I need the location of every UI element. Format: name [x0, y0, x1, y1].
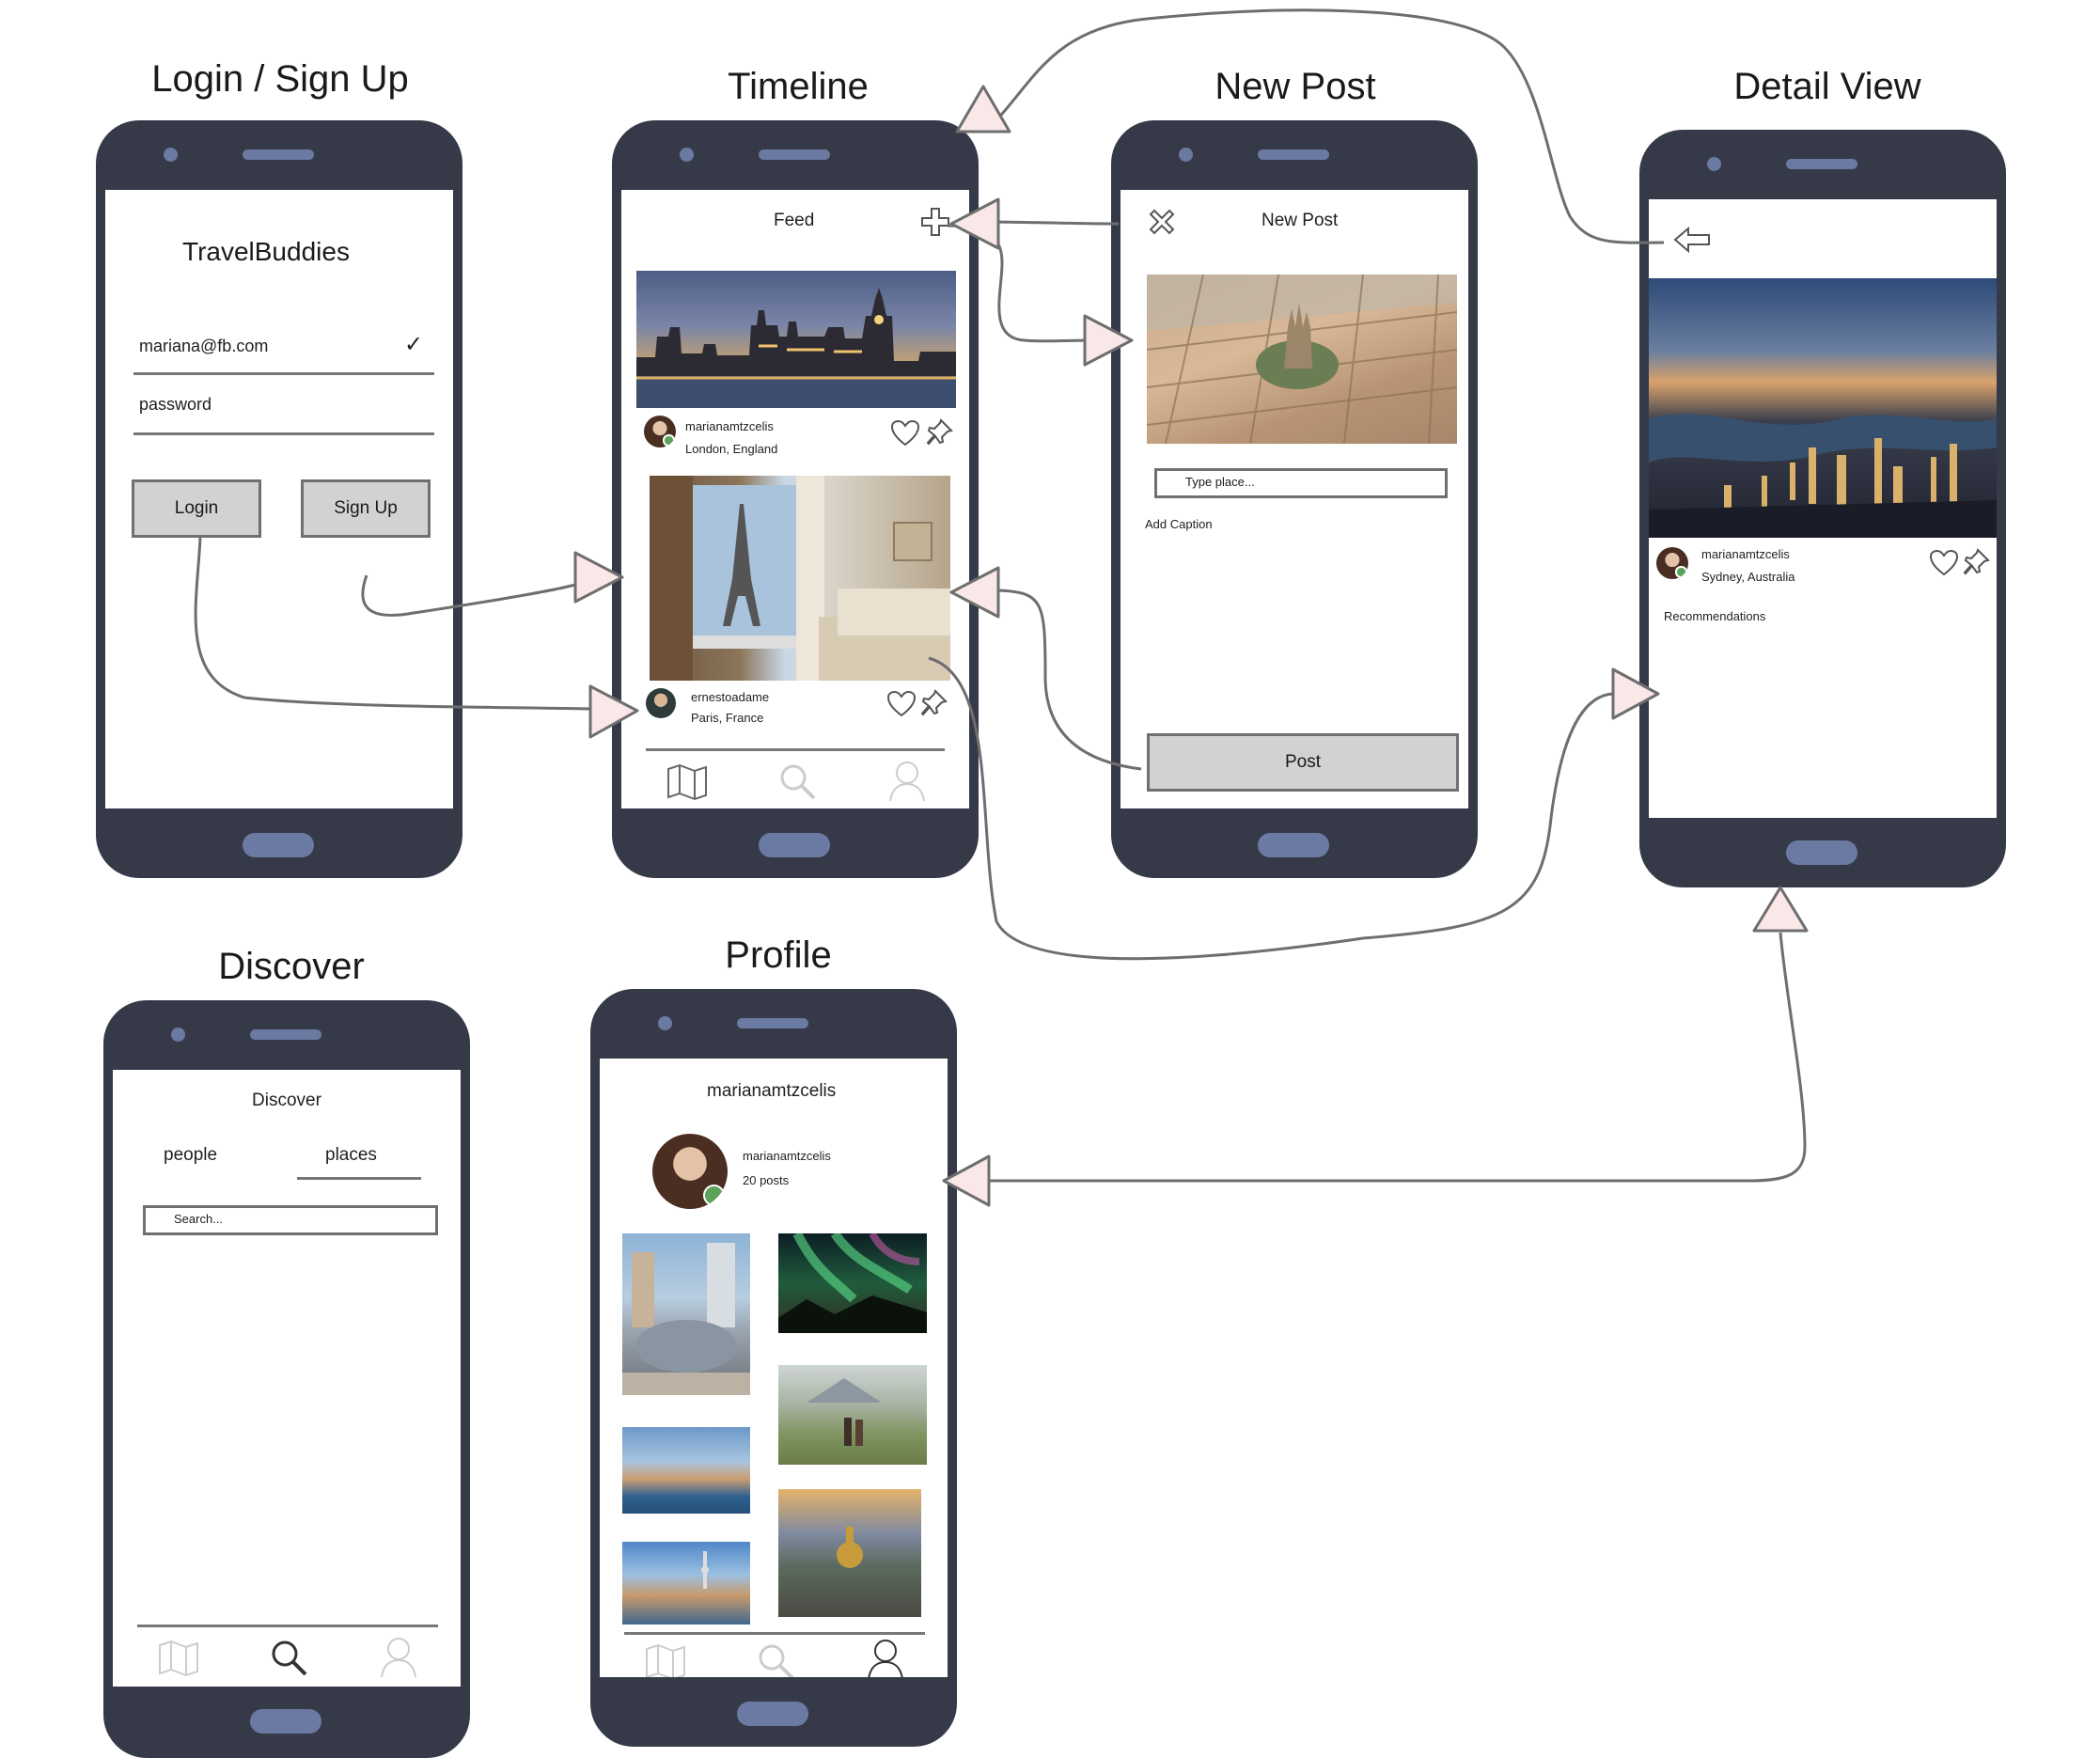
arrowhead-right	[588, 684, 639, 739]
connector-signup-to-timeline	[361, 574, 576, 617]
connector-close-to-timeline	[988, 220, 1120, 226]
connector-detail-to-profile	[989, 932, 1807, 1183]
connector-post-to-timeline	[997, 589, 1142, 771]
connector-detail-back-to-timeline	[993, 8, 1665, 244]
connector-timeline-to-detail	[928, 656, 1614, 961]
connector-login-to-timeline	[194, 537, 591, 711]
flow-connectors	[194, 8, 1809, 1207]
arrowhead-right	[1611, 667, 1660, 720]
arrowhead-up	[1752, 886, 1809, 933]
arrowhead-left	[949, 197, 1000, 250]
arrowhead-left	[942, 1154, 991, 1207]
arrowhead-right	[573, 551, 624, 604]
arrowhead-left	[949, 566, 1000, 619]
arrowhead-up	[955, 85, 1011, 133]
connector-add-to-new-post	[947, 224, 1091, 343]
arrowhead-right	[1083, 314, 1134, 367]
